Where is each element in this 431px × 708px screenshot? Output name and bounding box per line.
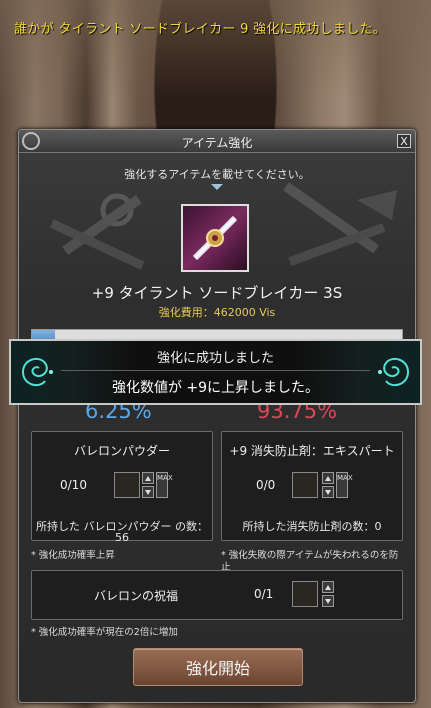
blessing-decrease-button[interactable] <box>322 595 334 607</box>
success-title: 強化に成功しました <box>156 351 274 366</box>
protector-count: 0/0 <box>256 478 276 492</box>
window-title: アイテム強化 <box>181 136 253 150</box>
blessing-box: バレロンの祝福 0/1 <box>31 570 403 620</box>
system-notice: 誰かが タイラント ソードブレイカー 9 強化に成功しました。 <box>14 22 387 37</box>
start-enhance-button[interactable]: 強化開始 <box>133 648 303 686</box>
powder-icon <box>114 472 140 498</box>
powder-count: 0/10 <box>60 478 87 492</box>
close-button[interactable]: X <box>397 134 411 148</box>
enhance-window: アイテム強化 X 強化するアイテムを載せてください。 +9 タイラント ソードブ… <box>18 129 416 703</box>
blessing-increase-button[interactable] <box>322 581 334 593</box>
success-banner: 強化に成功しました 強化数値が +9に上昇しました。 <box>9 339 422 405</box>
protector-owned: 所持した消失防止剤の数：0 <box>242 520 382 533</box>
protector-max-button[interactable]: MAX <box>336 472 353 498</box>
powder-decrease-button[interactable] <box>142 486 154 498</box>
powder-max-button[interactable]: MAX <box>156 472 173 498</box>
protector-icon <box>292 472 318 498</box>
protector-title: +9 消失防止剤：エキスパート <box>229 444 395 458</box>
blessing-note: * 強化成功確率が現在の2倍に増加 <box>31 627 178 638</box>
blessing-title: バレロンの祝福 <box>94 589 179 603</box>
enhance-cost: 強化費用：462000 Vis <box>158 306 276 319</box>
blessing-count: 0/1 <box>254 587 274 601</box>
item-slot[interactable] <box>181 204 249 272</box>
protector-decrease-button[interactable] <box>322 486 334 498</box>
sword-breaker-icon <box>192 215 238 261</box>
protector-note-1: * 強化失敗の際アイテムが失われるのを防 <box>221 550 399 561</box>
powder-owned-count: 56 <box>115 531 129 544</box>
success-message: 強化数値が +9に上昇しました。 <box>111 380 320 396</box>
powder-note: * 強化成功確率上昇 <box>31 550 115 561</box>
item-name: +9 タイラント ソードブレイカー 3S <box>91 284 343 302</box>
banner-divider <box>61 370 370 371</box>
blessing-icon <box>292 581 318 607</box>
title-bar[interactable]: アイテム強化 X <box>19 130 415 153</box>
arrow-down-icon <box>211 184 223 190</box>
instruction-text: 強化するアイテムを載せてください。 <box>124 168 310 181</box>
powder-increase-button[interactable] <box>142 472 154 484</box>
powder-box: バレロンパウダー 0/10 MAX 所持した バレロンパウダー の数： 56 <box>31 431 213 544</box>
protector-box: +9 消失防止剤：エキスパート 0/0 MAX 所持した消失防止剤の数：0 <box>221 431 403 541</box>
powder-title: バレロンパウダー <box>73 444 170 458</box>
protector-increase-button[interactable] <box>322 472 334 484</box>
